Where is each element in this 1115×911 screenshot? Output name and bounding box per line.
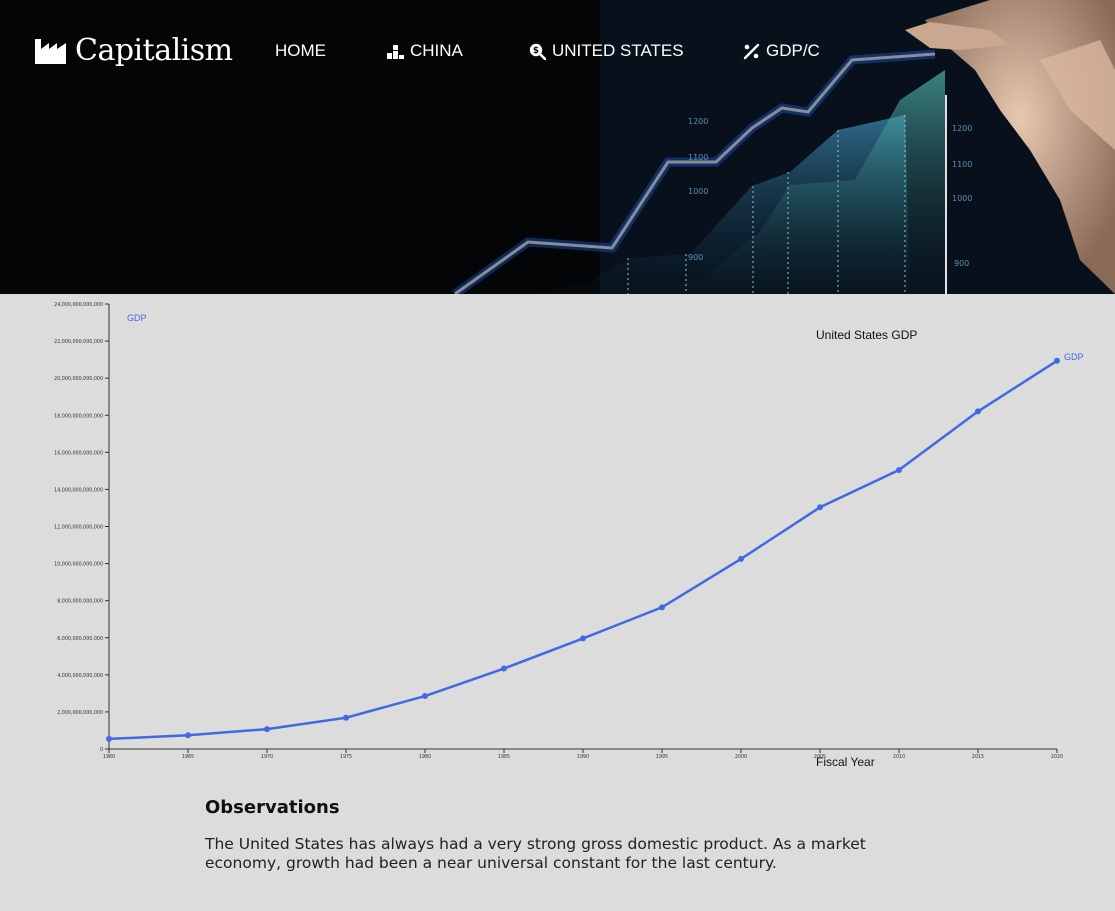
gdp-data-point[interactable]: [264, 726, 270, 733]
factory-icon: [35, 39, 66, 64]
svg-text:1100: 1100: [688, 153, 708, 162]
x-tick-label: 1975: [340, 754, 352, 760]
nav-united-states-label: UNITED STATES: [552, 41, 684, 60]
x-tick-label: 1990: [577, 754, 589, 760]
svg-text:1000: 1000: [952, 194, 972, 203]
x-tick-label: 1985: [498, 754, 510, 760]
gdp-data-point[interactable]: [975, 408, 981, 415]
brand-name: Capitalism: [75, 32, 233, 68]
gdp-data-point[interactable]: [422, 693, 428, 700]
chart-title: United States GDP: [816, 328, 918, 342]
brand-logo-link[interactable]: Capitalism: [34, 30, 233, 70]
series-end-label: GDP: [1064, 352, 1084, 362]
gdp-chart-container: 0 2,000,000,000,000 4,000,000,000,000 6,000…: [0, 294, 1115, 774]
hero-banner: 1200 1100 1000 900 1200 1100 1000 900 Ca…: [0, 0, 1115, 294]
x-tick-label: 1995: [656, 754, 668, 760]
y-tick-label: 10,000,000,000,000: [54, 562, 103, 568]
gdp-data-point[interactable]: [343, 714, 349, 721]
x-tick-label: 2000: [735, 754, 747, 760]
y-tick-label: 14,000,000,000,000: [54, 487, 103, 493]
gdp-data-point[interactable]: [817, 504, 823, 511]
chart-series-layer: [106, 357, 1060, 742]
svg-text:1200: 1200: [688, 117, 708, 126]
observations-section: Observations The United States has alway…: [205, 797, 925, 873]
y-tick-label: 12,000,000,000,000: [54, 525, 103, 531]
gdp-data-point[interactable]: [896, 466, 902, 473]
y-tick-label: 24,000,000,000,000: [54, 302, 103, 308]
gdp-data-point[interactable]: [1054, 357, 1060, 364]
dollar-search-icon: $: [529, 43, 546, 60]
svg-text:900: 900: [688, 253, 703, 262]
x-tick-label: 1970: [261, 754, 273, 760]
gdp-data-point[interactable]: [501, 665, 507, 672]
legend-label: GDP: [127, 313, 147, 323]
y-tick-label: 4,000,000,000,000: [57, 673, 103, 679]
observations-text: The United States has always had a very …: [205, 835, 866, 872]
gdp-data-point[interactable]: [580, 635, 586, 642]
y-tick-label: 18,000,000,000,000: [54, 413, 103, 419]
x-tick-label: 1980: [419, 754, 431, 760]
y-tick-label: 0: [100, 747, 103, 753]
y-tick-label: 20,000,000,000,000: [54, 376, 103, 382]
svg-text:1200: 1200: [952, 124, 972, 133]
y-tick-label: 6,000,000,000,000: [57, 636, 103, 642]
gdp-series-line: [108, 359, 1058, 741]
x-axis-label: Fiscal Year: [816, 755, 875, 769]
observations-heading: Observations: [205, 797, 340, 818]
podium-icon: [387, 44, 404, 59]
svg-text:1100: 1100: [952, 160, 972, 169]
gdp-line-chart: 0 2,000,000,000,000 4,000,000,000,000 6,000…: [54, 302, 1083, 760]
y-tick-label: 8,000,000,000,000: [57, 599, 103, 605]
gdp-data-point[interactable]: [659, 604, 665, 611]
y-tick-label: 22,000,000,000,000: [54, 339, 103, 345]
svg-text:$: $: [533, 46, 539, 56]
y-tick-label: 2,000,000,000,000: [57, 710, 103, 716]
nav-home-label: HOME: [275, 41, 326, 60]
nav-united-states[interactable]: $ UNITED STATES: [529, 40, 684, 62]
gdp-data-point[interactable]: [185, 732, 191, 739]
gdp-data-point[interactable]: [106, 735, 112, 742]
top-nav: Capitalism HOME CHINA $ UNITED STATES GD…: [0, 0, 1115, 100]
chart-axes: [105, 303, 1058, 753]
nav-gdp-per-capita[interactable]: GDP/C: [743, 40, 820, 62]
nav-china-label: CHINA: [410, 41, 463, 60]
x-tick-label: 1960: [103, 754, 115, 760]
percent-icon: [743, 43, 760, 59]
x-tick-label: 2020: [1051, 754, 1063, 760]
x-tick-label: 2010: [893, 754, 905, 760]
svg-text:1000: 1000: [688, 187, 708, 196]
x-tick-label: 1965: [182, 754, 194, 760]
x-tick-label: 2015: [972, 754, 984, 760]
gdp-data-point[interactable]: [738, 555, 744, 562]
nav-china[interactable]: CHINA: [387, 40, 463, 62]
y-tick-label: 16,000,000,000,000: [54, 450, 103, 456]
chart-labels: 0 2,000,000,000,000 4,000,000,000,000 6,000…: [54, 302, 1083, 760]
nav-gdp-per-capita-label: GDP/C: [766, 41, 820, 60]
nav-home[interactable]: HOME: [275, 40, 326, 62]
svg-text:900: 900: [954, 259, 969, 268]
